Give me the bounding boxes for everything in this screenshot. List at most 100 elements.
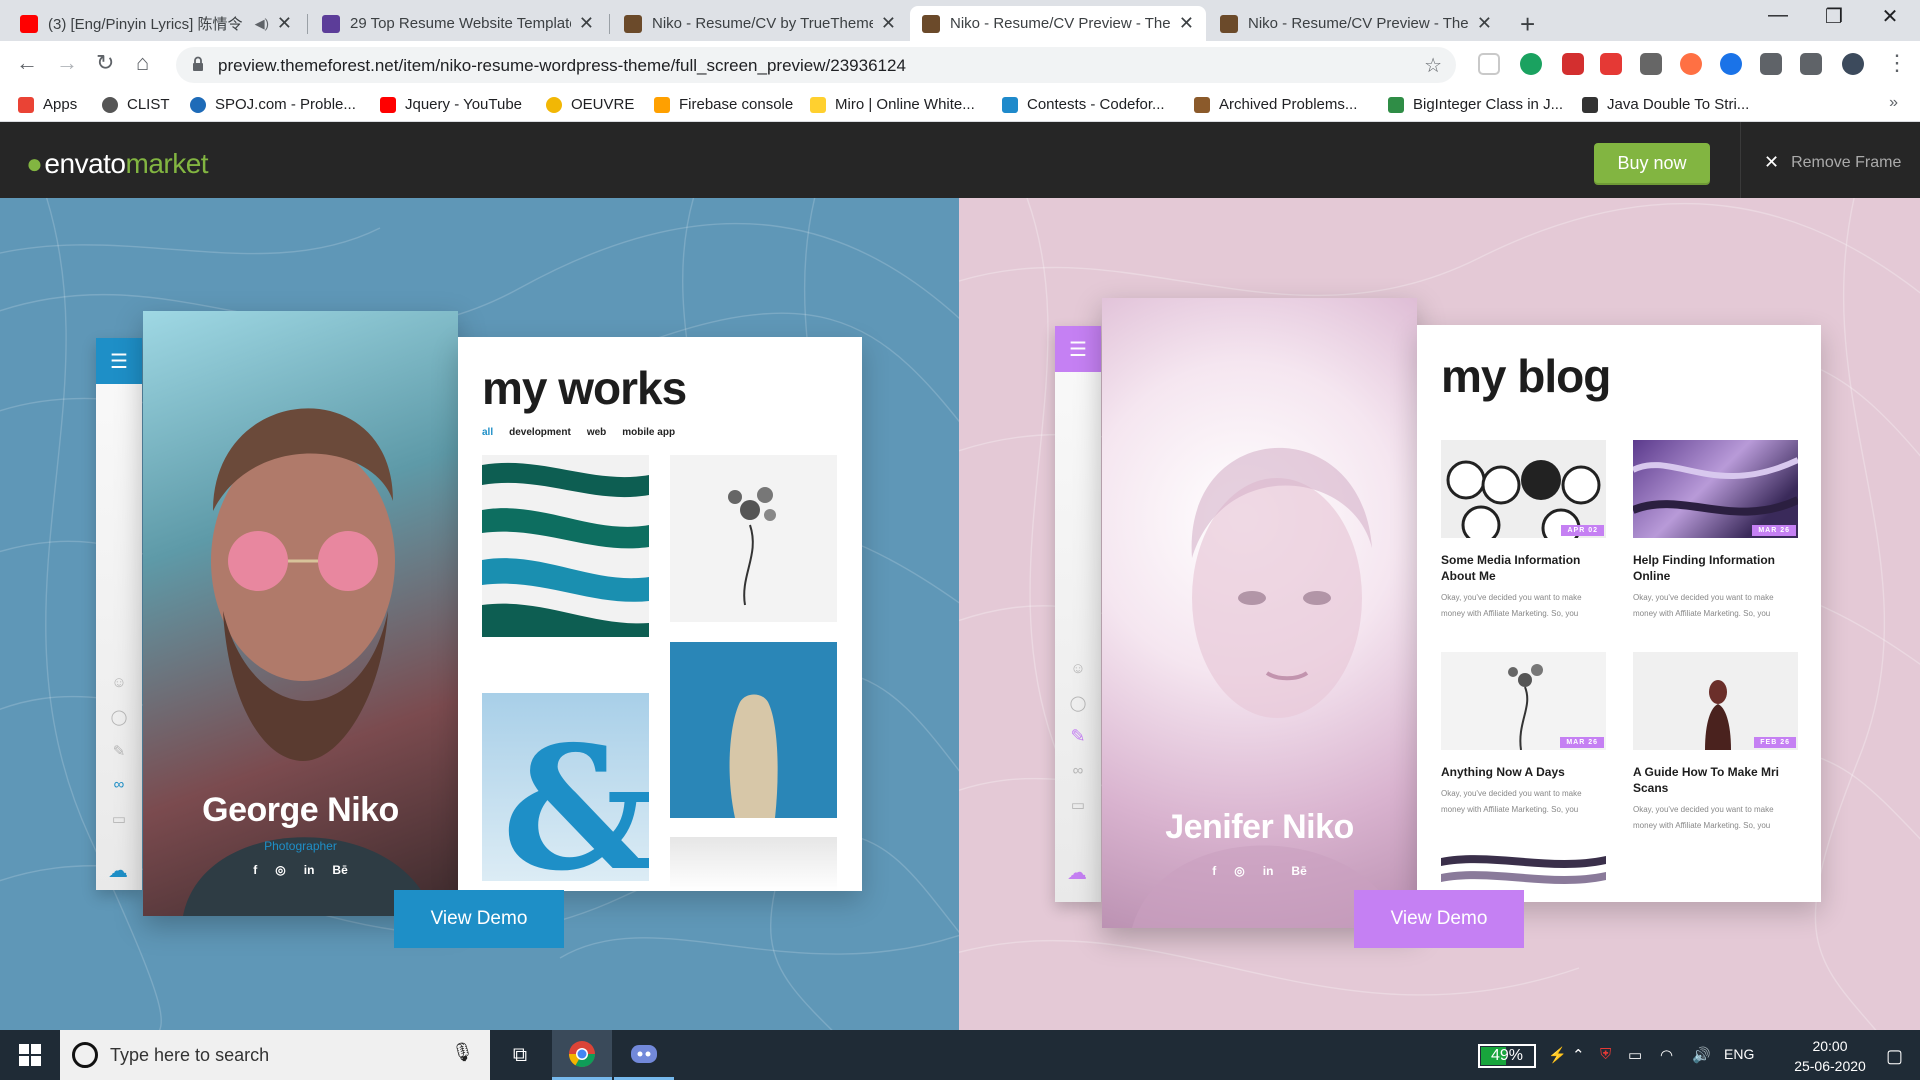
close-tab-icon[interactable]: ✕ bbox=[1179, 13, 1194, 34]
filter-development[interactable]: development bbox=[509, 427, 571, 438]
portfolio-item[interactable] bbox=[482, 455, 649, 637]
puzzle-extensions-icon[interactable] bbox=[1760, 53, 1782, 75]
view-demo-button[interactable]: View Demo bbox=[394, 890, 564, 948]
behance-icon[interactable]: Bē bbox=[332, 863, 347, 877]
bookmark-item[interactable]: Contests - Codefor... bbox=[1002, 96, 1165, 113]
power-icon[interactable]: ⚡ bbox=[1548, 1046, 1567, 1064]
new-tab-icon[interactable]: + bbox=[1520, 9, 1535, 40]
bookmark-item[interactable]: OEUVRE bbox=[546, 96, 634, 113]
extension-icon[interactable] bbox=[1720, 53, 1742, 75]
dribbble-icon[interactable]: ◎ bbox=[275, 863, 285, 877]
remove-frame-button[interactable]: ✕ Remove Frame bbox=[1764, 152, 1901, 173]
volume-icon[interactable]: 🔊 bbox=[1692, 1046, 1711, 1064]
bookmark-item[interactable]: Java Double To Stri... bbox=[1582, 96, 1749, 113]
battery-tray-icon[interactable]: ▭ bbox=[1628, 1046, 1642, 1064]
taskbar-search[interactable]: Type here to search 🎙 bbox=[60, 1030, 490, 1080]
media-queue-icon[interactable] bbox=[1800, 53, 1822, 75]
blog-post-thumbnail-partial[interactable] bbox=[1441, 848, 1606, 888]
antivirus-tray-icon[interactable]: ⛨ bbox=[1600, 1046, 1611, 1063]
blog-post-card[interactable]: FEB 26 A Guide How To Make Mri Scans Oka… bbox=[1633, 652, 1798, 834]
post-title[interactable]: Help Finding Information Online bbox=[1633, 552, 1798, 584]
close-window-icon[interactable]: ✕ bbox=[1862, 4, 1918, 29]
bookmark-item[interactable]: Archived Problems... bbox=[1194, 96, 1357, 113]
mute-icon[interactable]: ◀) bbox=[255, 16, 269, 32]
chrome-taskbar-icon[interactable] bbox=[552, 1030, 612, 1080]
portfolio-item[interactable]: & bbox=[482, 693, 649, 881]
bookmark-star-icon[interactable]: ☆ bbox=[1424, 53, 1442, 78]
close-tab-icon[interactable]: ✕ bbox=[1477, 13, 1492, 34]
address-bar[interactable]: preview.themeforest.net/item/niko-resume… bbox=[176, 47, 1456, 83]
hamburger-menu-icon[interactable]: ☰ bbox=[96, 338, 142, 384]
task-view-icon[interactable]: ⧉ bbox=[490, 1030, 550, 1080]
glasses-icon[interactable]: ∞ bbox=[110, 776, 128, 794]
edit-icon[interactable]: ✎ bbox=[110, 742, 128, 760]
kebab-menu-icon[interactable]: ⋮ bbox=[1886, 50, 1908, 76]
post-title[interactable]: A Guide How To Make Mri Scans bbox=[1633, 764, 1798, 796]
bookmark-apps[interactable]: Apps bbox=[18, 96, 77, 113]
linkedin-icon[interactable]: in bbox=[1263, 864, 1274, 878]
filter-web[interactable]: web bbox=[587, 427, 606, 438]
bookmark-item[interactable]: Miro | Online White... bbox=[810, 96, 975, 113]
browser-tab[interactable]: 29 Top Resume Website Templates ✕ bbox=[310, 6, 606, 41]
browser-tab[interactable]: Niko - Resume/CV Preview - ThemeForest ✕ bbox=[1208, 6, 1504, 41]
post-title[interactable]: Anything Now A Days bbox=[1441, 764, 1606, 780]
microphone-icon[interactable]: 🎙 bbox=[451, 1042, 474, 1063]
close-tab-icon[interactable]: ✕ bbox=[277, 13, 292, 34]
browser-tab[interactable]: (3) [Eng/Pinyin Lyrics] 陈情令 ◀) ✕ bbox=[8, 6, 304, 41]
start-button[interactable] bbox=[0, 1030, 60, 1080]
bookmark-item[interactable]: BigInteger Class in J... bbox=[1388, 96, 1563, 113]
wifi-icon[interactable]: ◠ bbox=[1660, 1046, 1673, 1064]
home-icon[interactable]: ⌂ bbox=[136, 50, 149, 76]
notifications-icon[interactable]: ▢ bbox=[1886, 1046, 1903, 1067]
briefcase-icon[interactable]: ▭ bbox=[1069, 796, 1087, 814]
glasses-icon[interactable]: ∞ bbox=[1069, 762, 1087, 780]
maximize-icon[interactable]: ❐ bbox=[1806, 4, 1862, 29]
shield-extension-icon[interactable] bbox=[1600, 53, 1622, 75]
close-tab-icon[interactable]: ✕ bbox=[881, 13, 896, 34]
view-demo-button[interactable]: View Demo bbox=[1354, 890, 1524, 948]
minimize-icon[interactable]: — bbox=[1750, 4, 1806, 27]
discord-taskbar-icon[interactable] bbox=[614, 1030, 674, 1080]
bookmark-item[interactable]: Firebase console bbox=[654, 96, 793, 113]
portfolio-item[interactable] bbox=[670, 837, 837, 891]
blog-post-card[interactable]: MAR 26 Help Finding Information Online O… bbox=[1633, 440, 1798, 622]
dribbble-icon[interactable]: ◎ bbox=[1234, 864, 1244, 878]
briefcase-icon[interactable]: ▭ bbox=[110, 810, 128, 828]
portfolio-item[interactable] bbox=[670, 642, 837, 818]
cloud-download-icon[interactable]: ☁ bbox=[108, 858, 128, 882]
system-clock[interactable]: 20:00 25-06-2020 bbox=[1790, 1036, 1870, 1076]
extension-icon[interactable] bbox=[1680, 53, 1702, 75]
filter-all[interactable]: all bbox=[482, 427, 493, 438]
portfolio-item[interactable] bbox=[670, 455, 837, 622]
facebook-icon[interactable]: f bbox=[253, 863, 257, 877]
close-tab-icon[interactable]: ✕ bbox=[579, 13, 594, 34]
behance-icon[interactable]: Bē bbox=[1291, 864, 1306, 878]
extension-icon[interactable] bbox=[1478, 53, 1500, 75]
show-hidden-icons-icon[interactable]: ⌃ bbox=[1572, 1046, 1585, 1064]
bookmark-item[interactable]: SPOJ.com - Proble... bbox=[190, 96, 356, 113]
pdf-extension-icon[interactable] bbox=[1562, 53, 1584, 75]
bookmarks-overflow-icon[interactable]: » bbox=[1889, 94, 1898, 112]
hamburger-menu-icon[interactable]: ☰ bbox=[1055, 326, 1101, 372]
bookmark-item[interactable]: Jquery - YouTube bbox=[380, 96, 522, 113]
browser-tab-active[interactable]: Niko - Resume/CV Preview - ThemeForest ✕ bbox=[910, 6, 1206, 41]
edit-icon[interactable]: ✎ bbox=[1069, 726, 1087, 746]
robot-extension-icon[interactable] bbox=[1640, 53, 1662, 75]
avatar[interactable] bbox=[1842, 53, 1864, 75]
back-icon[interactable]: ← bbox=[16, 50, 38, 76]
facebook-icon[interactable]: f bbox=[1212, 864, 1216, 878]
extension-icon[interactable] bbox=[1520, 53, 1542, 75]
user-icon[interactable]: ☺ bbox=[110, 674, 128, 692]
forward-icon[interactable]: → bbox=[56, 50, 78, 76]
filter-mobile-app[interactable]: mobile app bbox=[622, 427, 675, 438]
linkedin-icon[interactable]: in bbox=[304, 863, 315, 877]
envato-logo[interactable]: ●envatomarket bbox=[26, 148, 209, 180]
chat-icon[interactable]: ◯ bbox=[110, 708, 128, 726]
blog-post-card[interactable]: APR 02 Some Media Information About Me O… bbox=[1441, 440, 1606, 622]
bookmark-item[interactable]: CLIST bbox=[102, 96, 170, 113]
blog-post-card[interactable]: MAR 26 Anything Now A Days Okay, you've … bbox=[1441, 652, 1606, 818]
reload-icon[interactable]: ↻ bbox=[96, 50, 114, 76]
cloud-download-icon[interactable]: ☁ bbox=[1067, 860, 1087, 884]
language-indicator[interactable]: ENG bbox=[1724, 1046, 1754, 1062]
chat-icon[interactable]: ◯ bbox=[1069, 694, 1087, 712]
